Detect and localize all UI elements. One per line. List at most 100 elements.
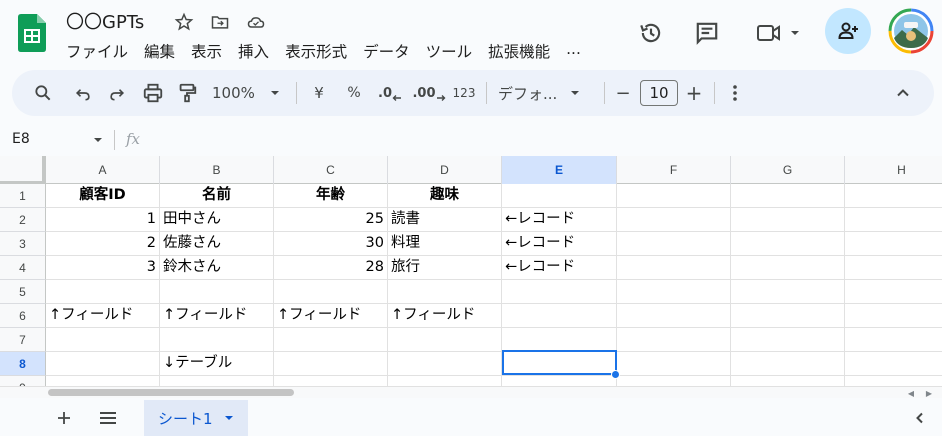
- avatar[interactable]: [888, 8, 934, 54]
- cell-g7[interactable]: [731, 328, 845, 352]
- menu-insert[interactable]: 挿入: [230, 38, 277, 64]
- cell-a3[interactable]: 2: [46, 232, 160, 256]
- increase-decimal-button[interactable]: .00: [412, 70, 446, 116]
- cell-h5[interactable]: [845, 280, 942, 304]
- column-header-h[interactable]: H: [845, 156, 942, 184]
- cell-c3[interactable]: 30: [274, 232, 388, 256]
- cell-e1[interactable]: [502, 184, 617, 208]
- cell-d3[interactable]: 料理: [388, 232, 502, 256]
- menu-file[interactable]: ファイル: [58, 38, 136, 64]
- column-header-b[interactable]: B: [160, 156, 274, 184]
- currency-format-button[interactable]: ¥: [306, 70, 332, 116]
- cell-e9[interactable]: [502, 376, 617, 386]
- cell-e2[interactable]: ←レコード: [502, 208, 617, 232]
- cell-g9[interactable]: [731, 376, 845, 386]
- cell-b8[interactable]: ↓テーブル: [160, 352, 274, 376]
- cell-g8[interactable]: [731, 352, 845, 376]
- row-header[interactable]: 6: [0, 304, 46, 328]
- document-title[interactable]: 〇〇GPTs: [66, 8, 144, 34]
- cell-e3[interactable]: ←レコード: [502, 232, 617, 256]
- cell-g5[interactable]: [731, 280, 845, 304]
- cell-f4[interactable]: [617, 256, 731, 280]
- cell-a5[interactable]: [46, 280, 160, 304]
- decrease-decimal-button[interactable]: .0: [374, 70, 406, 116]
- cell-b1[interactable]: 名前: [160, 184, 274, 208]
- cell-f2[interactable]: [617, 208, 731, 232]
- cell-h4[interactable]: [845, 256, 942, 280]
- cell-b7[interactable]: [160, 328, 274, 352]
- cell-d2[interactable]: 読書: [388, 208, 502, 232]
- cell-b4[interactable]: 鈴木さん: [160, 256, 274, 280]
- row-header[interactable]: 7: [0, 328, 46, 352]
- cell-f1[interactable]: [617, 184, 731, 208]
- comments-icon[interactable]: [690, 16, 724, 50]
- collapse-toolbar-icon[interactable]: [890, 70, 916, 116]
- cell-b2[interactable]: 田中さん: [160, 208, 274, 232]
- select-all-corner[interactable]: [0, 156, 46, 184]
- cell-d7[interactable]: [388, 328, 502, 352]
- cell-g2[interactable]: [731, 208, 845, 232]
- cell-f5[interactable]: [617, 280, 731, 304]
- row-header[interactable]: 3: [0, 232, 46, 256]
- meet-button[interactable]: [750, 16, 806, 50]
- formula-input[interactable]: [156, 130, 926, 150]
- cell-f6[interactable]: [617, 304, 731, 328]
- cell-b6[interactable]: ↑フィールド: [160, 304, 274, 328]
- cell-a9[interactable]: [46, 376, 160, 386]
- name-box[interactable]: E8: [12, 131, 30, 147]
- cell-h2[interactable]: [845, 208, 942, 232]
- cell-c2[interactable]: 25: [274, 208, 388, 232]
- cell-c4[interactable]: 28: [274, 256, 388, 280]
- cell-a1[interactable]: 顧客ID: [46, 184, 160, 208]
- undo-icon[interactable]: [68, 70, 98, 116]
- search-menus-icon[interactable]: [28, 70, 58, 116]
- cell-b5[interactable]: [160, 280, 274, 304]
- sheets-logo-icon[interactable]: [18, 14, 46, 52]
- row-header[interactable]: 9: [0, 376, 46, 386]
- cell-c8[interactable]: [274, 352, 388, 376]
- cell-c1[interactable]: 年齢: [274, 184, 388, 208]
- chevron-down-icon[interactable]: [223, 412, 235, 424]
- menu-more[interactable]: ...: [558, 38, 589, 64]
- cell-d5[interactable]: [388, 280, 502, 304]
- menu-tools[interactable]: ツール: [418, 38, 481, 64]
- cell-f8[interactable]: [617, 352, 731, 376]
- cell-c5[interactable]: [274, 280, 388, 304]
- decrease-font-size-button[interactable]: −: [612, 70, 634, 116]
- cell-d1[interactable]: 趣味: [388, 184, 502, 208]
- cell-f7[interactable]: [617, 328, 731, 352]
- spreadsheet-grid[interactable]: A B C D E F G H 1 顧客ID 名前 年齢 趣味 2 1 田中さん: [0, 156, 942, 386]
- cell-c7[interactable]: [274, 328, 388, 352]
- cell-h1[interactable]: [845, 184, 942, 208]
- cell-h3[interactable]: [845, 232, 942, 256]
- cell-c9[interactable]: [274, 376, 388, 386]
- cell-a7[interactable]: [46, 328, 160, 352]
- row-header[interactable]: 4: [0, 256, 46, 280]
- share-button[interactable]: [825, 8, 871, 54]
- print-icon[interactable]: [138, 70, 168, 116]
- column-header-a[interactable]: A: [46, 156, 160, 184]
- cell-h8[interactable]: [845, 352, 942, 376]
- cell-h6[interactable]: [845, 304, 942, 328]
- sheet-tab-active[interactable]: シート1: [144, 400, 248, 436]
- menu-edit[interactable]: 編集: [136, 38, 183, 64]
- cell-c6[interactable]: ↑フィールド: [274, 304, 388, 328]
- cell-a8[interactable]: [46, 352, 160, 376]
- all-sheets-icon[interactable]: [96, 406, 120, 430]
- menu-extensions[interactable]: 拡張機能: [480, 38, 558, 64]
- cell-b9[interactable]: [160, 376, 274, 386]
- cell-e6[interactable]: [502, 304, 617, 328]
- paint-format-icon[interactable]: [172, 70, 202, 116]
- percent-format-button[interactable]: %: [340, 70, 368, 116]
- scrollbar-thumb[interactable]: [48, 389, 294, 396]
- menu-view[interactable]: 表示: [183, 38, 230, 64]
- chevron-down-icon[interactable]: [92, 134, 104, 146]
- cell-h7[interactable]: [845, 328, 942, 352]
- cell-a2[interactable]: 1: [46, 208, 160, 232]
- zoom-select[interactable]: 100%: [212, 70, 292, 116]
- more-options-icon[interactable]: [724, 70, 746, 116]
- column-header-e[interactable]: E: [502, 156, 617, 184]
- cell-a4[interactable]: 3: [46, 256, 160, 280]
- row-header[interactable]: 1: [0, 184, 46, 208]
- cell-d4[interactable]: 旅行: [388, 256, 502, 280]
